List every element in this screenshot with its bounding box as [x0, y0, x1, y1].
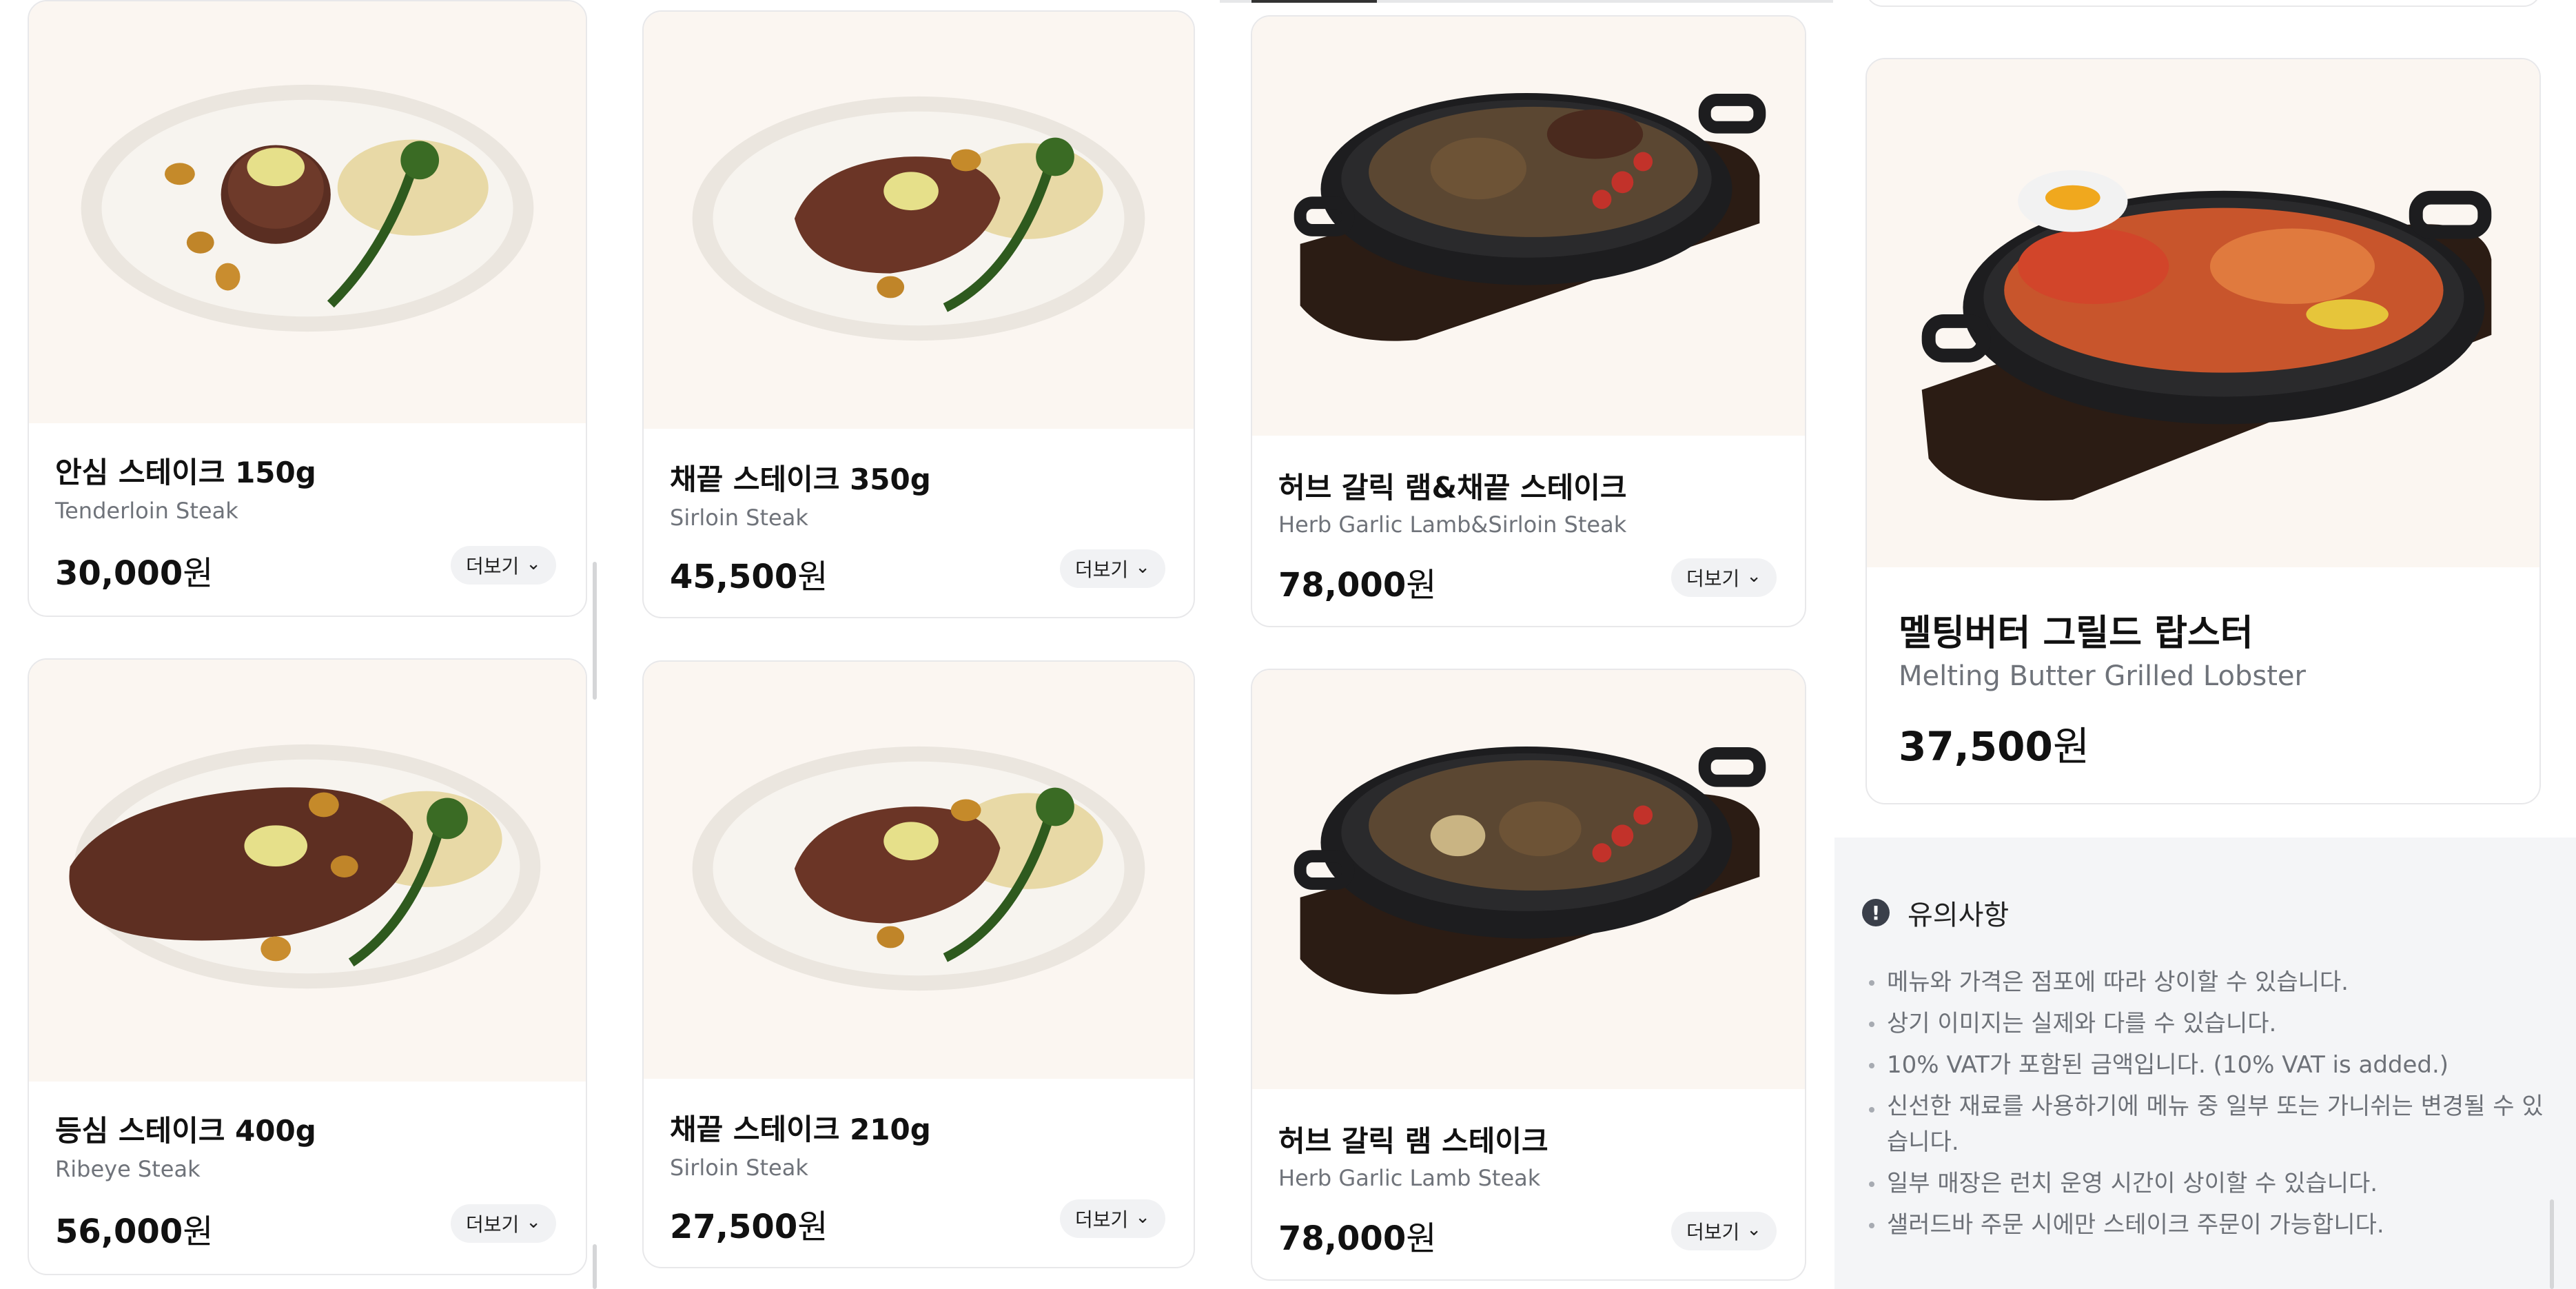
menu-english-name: Ribeye Steak [55, 1156, 201, 1182]
menu-english-name: Herb Garlic Lamb Steak [1278, 1165, 1541, 1191]
notice-item: 신선한 재료를 사용하기에 메뉴 중 일부 또는 가니쉬는 변경될 수 있습니다… [1862, 1088, 2558, 1160]
more-label: 더보기 [1075, 1208, 1129, 1231]
price-value: 37,500 [1899, 723, 2053, 770]
menu-english-name: Herb Garlic Lamb&Sirloin Steak [1278, 511, 1627, 538]
skillet-image [1252, 17, 1805, 436]
menu-name: 채끝 스테이크 350g [670, 463, 931, 496]
menu-name: 허브 갈릭 램 스테이크 [1278, 1124, 1548, 1158]
menu-price: 45,500원 [670, 549, 828, 598]
more-label: 더보기 [466, 1213, 520, 1236]
chevron-down-icon: ⌄ [526, 1212, 542, 1232]
notice-item: 10% VAT가 포함된 금액입니다. (10% VAT is added.) [1862, 1044, 2558, 1086]
menu-name: 허브 갈릭 램&채끝 스테이크 [1278, 471, 1627, 505]
menu-name: 채끝 스테이크 210g [670, 1113, 931, 1146]
notice-list: 메뉴와 가격은 점포에 따라 상이할 수 있습니다. 상기 이미지는 실제와 다… [1862, 962, 2558, 1246]
menu-price: 30,000원 [55, 546, 213, 594]
more-button[interactable]: 더보기 ⌄ [1060, 1199, 1166, 1238]
price-unit: 원 [1406, 1219, 1437, 1258]
steak-plate-image [29, 1, 586, 423]
steak-plate-image [29, 660, 586, 1082]
previous-card-edge [1865, 0, 2541, 7]
scrollbar[interactable] [593, 562, 597, 700]
more-button[interactable]: 더보기 ⌄ [1671, 1212, 1777, 1250]
alert-icon: ! [1862, 899, 1890, 926]
menu-card-tenderloin[interactable]: 안심 스테이크 150g Tenderloin Steak 30,000원 더보… [28, 0, 587, 617]
menu-english-name: Sirloin Steak [670, 1155, 808, 1181]
menu-card-lobster[interactable]: 멜팅버터 그릴드 랍스터 Melting Butter Grilled Lobs… [1865, 58, 2541, 804]
scrollbar[interactable] [2550, 1199, 2554, 1289]
price-unit: 원 [797, 1208, 828, 1246]
chevron-down-icon: ⌄ [526, 554, 542, 574]
menu-card-herb-lamb-sirloin[interactable]: 허브 갈릭 램&채끝 스테이크 Herb Garlic Lamb&Sirloin… [1251, 15, 1806, 627]
notice-item: 메뉴와 가격은 점포에 따라 상이할 수 있습니다. [1862, 962, 2558, 1003]
price-value: 45,500 [670, 558, 798, 596]
menu-english-name: Tenderloin Steak [55, 498, 238, 524]
menu-price: 78,000원 [1278, 1211, 1436, 1259]
menu-card-herb-lamb[interactable]: 허브 갈릭 램 스테이크 Herb Garlic Lamb Steak 78,0… [1251, 669, 1806, 1281]
price-value: 78,000 [1278, 566, 1407, 605]
price-unit: 원 [797, 558, 828, 596]
steak-plate-image [644, 12, 1194, 429]
chevron-down-icon: ⌄ [1135, 1207, 1151, 1228]
menu-english-name: Sirloin Steak [670, 505, 808, 531]
chevron-down-icon: ⌄ [1135, 557, 1151, 578]
price-unit: 원 [1406, 566, 1437, 605]
menu-name: 등심 스테이크 400g [55, 1114, 316, 1148]
menu-price: 27,500원 [670, 1199, 828, 1248]
more-label: 더보기 [1075, 558, 1129, 581]
price-value: 27,500 [670, 1208, 798, 1246]
more-button[interactable]: 더보기 ⌄ [1060, 549, 1166, 588]
chevron-down-icon: ⌄ [1746, 566, 1762, 587]
chevron-down-icon: ⌄ [1746, 1219, 1762, 1240]
lobster-skillet-image [1867, 59, 2539, 567]
more-label: 더보기 [466, 555, 520, 578]
menu-card-sirloin-210[interactable]: 채끝 스테이크 210g Sirloin Steak 27,500원 더보기 ⌄ [642, 660, 1195, 1268]
notice-item: 일부 매장은 런치 운영 시간이 상이할 수 있습니다. [1862, 1163, 2558, 1204]
price-unit: 원 [2052, 723, 2090, 770]
notice-header: ! 유의사항 [1862, 893, 2009, 933]
more-button[interactable]: 더보기 ⌄ [451, 546, 557, 585]
menu-price: 37,500원 [1899, 714, 2089, 772]
skillet-image [1252, 670, 1805, 1089]
price-unit: 원 [183, 1212, 214, 1251]
menu-card-sirloin-350[interactable]: 채끝 스테이크 350g Sirloin Steak 45,500원 더보기 ⌄ [642, 10, 1195, 618]
active-tab-indicator [1251, 0, 1377, 3]
menu-name: 멜팅버터 그릴드 랍스터 [1899, 613, 2253, 654]
menu-english-name: Melting Butter Grilled Lobster [1899, 660, 2306, 692]
more-label: 더보기 [1686, 1221, 1740, 1244]
notice-item: 샐러드바 주문 시에만 스테이크 주문이 가능합니다. [1862, 1204, 2558, 1246]
menu-price: 56,000원 [55, 1204, 213, 1252]
price-value: 56,000 [55, 1212, 183, 1251]
menu-name: 안심 스테이크 150g [55, 456, 316, 489]
menu-price: 78,000원 [1278, 558, 1436, 606]
notice-title: 유의사항 [1908, 900, 2010, 931]
price-value: 78,000 [1278, 1219, 1407, 1258]
price-value: 30,000 [55, 554, 183, 593]
notice-panel: ! 유의사항 메뉴와 가격은 점포에 따라 상이할 수 있습니다. 상기 이미지… [1834, 838, 2576, 1289]
scrollbar[interactable] [593, 1244, 597, 1289]
more-label: 더보기 [1686, 567, 1740, 590]
price-unit: 원 [183, 554, 214, 593]
menu-card-ribeye[interactable]: 등심 스테이크 400g Ribeye Steak 56,000원 더보기 ⌄ [28, 658, 587, 1275]
more-button[interactable]: 더보기 ⌄ [451, 1204, 557, 1243]
notice-item: 상기 이미지는 실제와 다를 수 있습니다. [1862, 1003, 2558, 1044]
steak-plate-image [644, 662, 1194, 1079]
more-button[interactable]: 더보기 ⌄ [1671, 558, 1777, 597]
